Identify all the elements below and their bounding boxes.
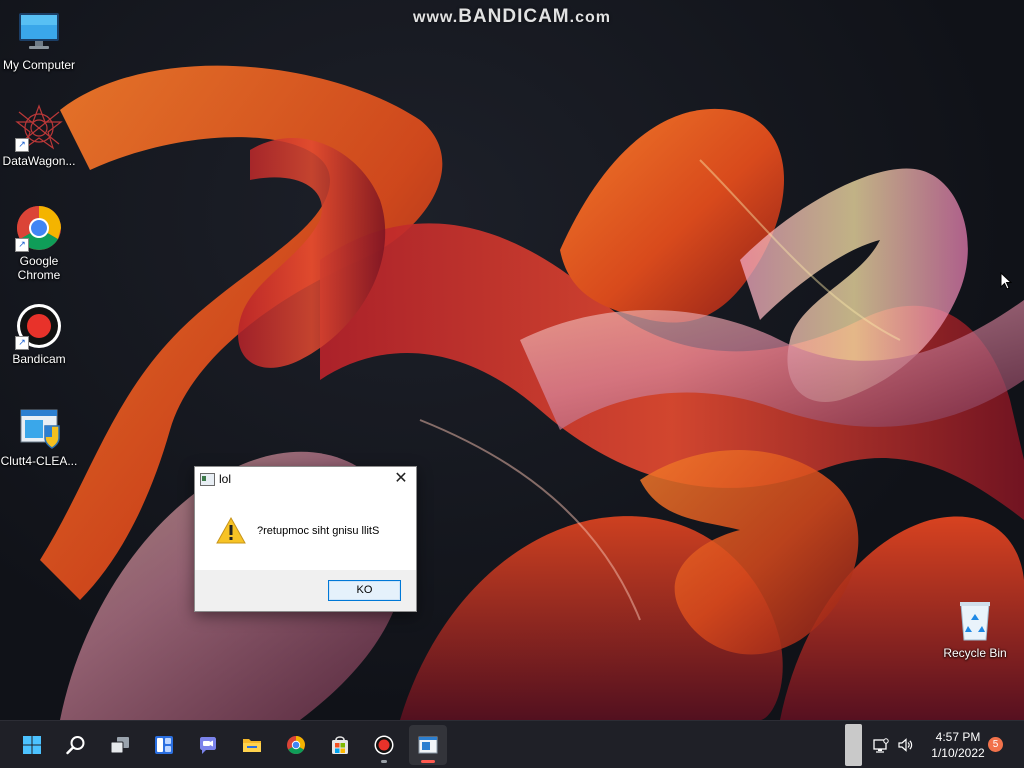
dialog-footer: KO <box>195 570 416 611</box>
desktop-icon-label: Bandicam <box>12 352 66 366</box>
dialog-app-taskbar-button[interactable] <box>409 725 447 765</box>
desktop-icon-my-computer[interactable]: My Computer <box>0 8 78 72</box>
folder-icon <box>243 739 261 752</box>
desktop-icon-label: Recycle Bin <box>943 646 1007 660</box>
mouse-cursor-icon <box>1000 272 1012 290</box>
search-icon <box>66 736 85 755</box>
desktop-icon-label: Google Chrome <box>17 254 61 282</box>
dialog-body: ?retupmoc siht gnisu llitS <box>195 491 416 569</box>
store-icon <box>332 736 348 754</box>
chat-icon <box>200 737 216 754</box>
show-hidden-icons-button[interactable] <box>845 724 862 766</box>
desktop-icon-google-chrome[interactable]: ↗ Google Chrome <box>0 204 78 282</box>
task-view-icon <box>110 737 129 754</box>
chrome-icon <box>287 736 305 755</box>
app-window-icon <box>418 736 438 754</box>
bandicam-icon: ↗ <box>15 302 63 350</box>
shortcut-arrow-icon: ↗ <box>15 138 29 152</box>
record-icon <box>374 735 394 755</box>
search-button[interactable] <box>57 725 95 765</box>
shortcut-arrow-icon: ↗ <box>15 336 29 350</box>
desktop-icon-datawagon[interactable]: ↗ DataWagon... <box>0 104 78 168</box>
clock[interactable]: 4:57 PM 1/10/2022 <box>920 729 996 761</box>
desktop-wallpaper <box>0 0 1024 720</box>
desktop-icon-label: DataWagon... <box>2 154 76 168</box>
desktop-icon-bandicam[interactable]: ↗ Bandicam <box>0 302 78 366</box>
windows-start-icon <box>23 736 41 754</box>
monitor-icon <box>15 8 63 56</box>
desktop-icon-clutt4-clean[interactable]: Clutt4-CLEA... <box>0 404 78 468</box>
store-button[interactable] <box>321 725 359 765</box>
dialog-titlebar[interactable]: lol ✕ <box>195 467 416 491</box>
dialog-message: ?retupmoc siht gnisu llitS <box>257 525 380 537</box>
clock-time: 4:57 PM <box>935 730 981 744</box>
bandicam-watermark: www.BANDICAM.com <box>413 6 611 27</box>
shortcut-arrow-icon: ↗ <box>15 238 29 252</box>
warning-icon <box>216 517 246 544</box>
recycle-bin-icon <box>951 596 999 644</box>
installer-icon <box>15 404 63 452</box>
chrome-button[interactable] <box>277 725 315 765</box>
task-view-button[interactable] <box>101 725 139 765</box>
running-indicator <box>381 760 387 763</box>
start-button[interactable] <box>13 725 51 765</box>
network-icon[interactable] <box>873 737 889 753</box>
widgets-button[interactable] <box>145 725 183 765</box>
volume-icon[interactable] <box>897 737 913 753</box>
desktop-icon-label: Clutt4-CLEA... <box>0 454 78 468</box>
app-window-icon <box>200 473 215 486</box>
taskbar: 4:57 PM 1/10/2022 5 <box>0 720 1024 768</box>
notification-badge[interactable]: 5 <box>988 737 1003 752</box>
clock-date: 1/10/2022 <box>931 746 985 760</box>
widgets-icon <box>155 736 173 754</box>
desktop-icon-label: My Computer <box>2 58 76 72</box>
datawagon-icon: ↗ <box>15 104 63 152</box>
chrome-icon: ↗ <box>15 204 63 252</box>
ok-button[interactable]: KO <box>328 580 401 601</box>
active-indicator <box>421 760 435 763</box>
close-button[interactable]: ✕ <box>386 467 416 491</box>
chat-button[interactable] <box>189 725 227 765</box>
desktop-icon-recycle-bin[interactable]: Recycle Bin <box>936 596 1014 660</box>
message-dialog: lol ✕ ?retupmoc siht gnisu llitS KO <box>194 466 417 612</box>
bandicam-taskbar-button[interactable] <box>365 725 403 765</box>
dialog-title: lol <box>219 472 232 486</box>
file-explorer-button[interactable] <box>233 725 271 765</box>
